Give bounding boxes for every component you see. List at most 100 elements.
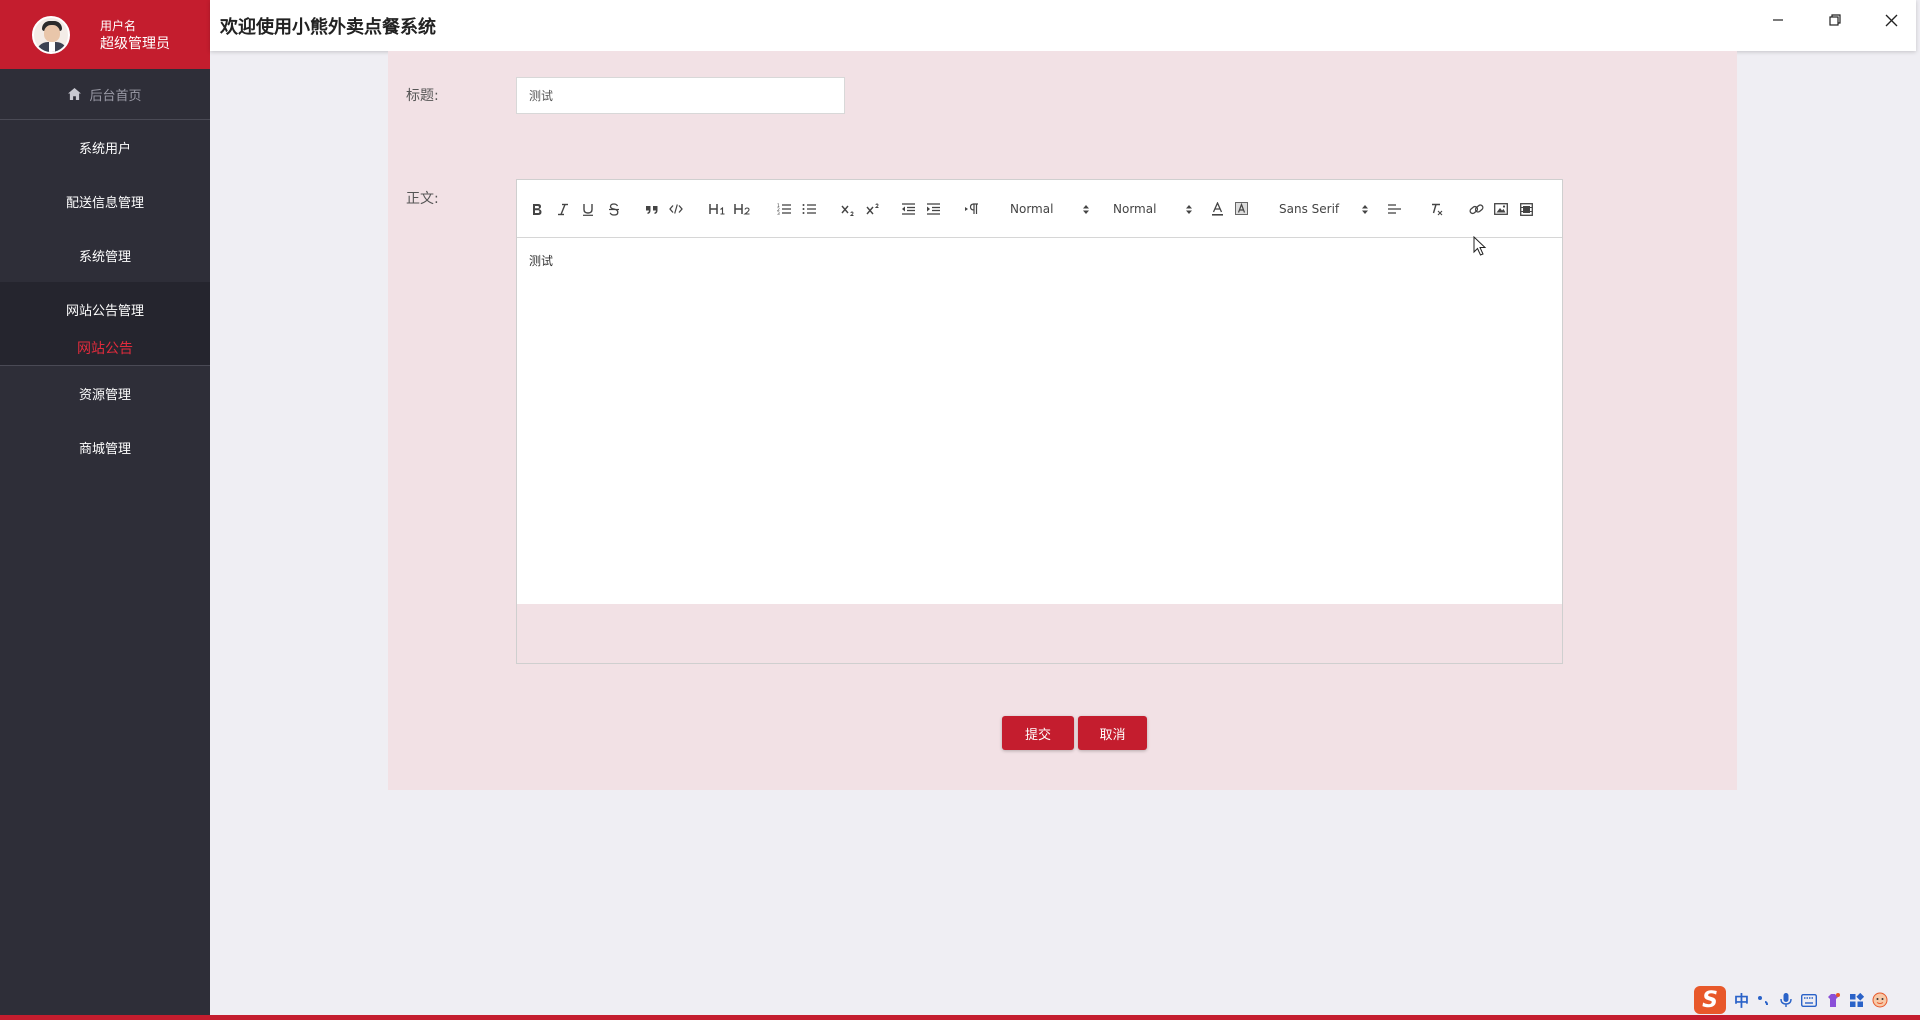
punctuation-icon[interactable] bbox=[1757, 993, 1771, 1007]
subscript-icon bbox=[840, 205, 853, 216]
sidebar-item-label: 网站公告管理 bbox=[65, 303, 144, 319]
sogou-ime-icon[interactable]: S bbox=[1694, 986, 1726, 1014]
app-title: 欢迎使用小熊外卖点餐系统 bbox=[220, 16, 436, 38]
underline-button[interactable] bbox=[580, 198, 596, 220]
video-icon bbox=[1519, 202, 1533, 216]
bullet-list-button[interactable] bbox=[800, 198, 818, 220]
header2-icon bbox=[733, 204, 750, 215]
code-block-button[interactable] bbox=[668, 198, 684, 220]
clear-format-button[interactable] bbox=[1427, 198, 1445, 220]
header1-button[interactable] bbox=[707, 198, 727, 220]
bottom-accent-bar bbox=[0, 1015, 1920, 1020]
avatar bbox=[32, 15, 70, 54]
ordered-list-icon: 123 bbox=[777, 203, 791, 215]
size-picker-value: Normal bbox=[1113, 202, 1157, 216]
skin-icon[interactable] bbox=[1825, 992, 1841, 1008]
sidebar-item-shop[interactable]: 商城管理 bbox=[0, 420, 210, 474]
window-controls bbox=[1749, 0, 1920, 40]
clear-format-icon bbox=[1431, 203, 1442, 215]
outdent-button[interactable] bbox=[899, 198, 917, 220]
size-picker[interactable]: Normal bbox=[1113, 198, 1193, 220]
microphone-icon[interactable] bbox=[1779, 992, 1793, 1008]
cancel-button[interactable]: 取消 bbox=[1078, 716, 1147, 750]
italic-button[interactable] bbox=[555, 198, 571, 220]
title-label: 标题: bbox=[406, 88, 439, 104]
submit-button[interactable]: 提交 bbox=[1002, 716, 1074, 750]
user-role: 超级管理员 bbox=[100, 35, 170, 52]
sidebar-item-announcement-management[interactable]: 网站公告管理 bbox=[0, 282, 210, 336]
sidebar-item-label: 后台首页 bbox=[89, 88, 142, 104]
header2-button[interactable] bbox=[732, 198, 752, 220]
sidebar-item-label: 商城管理 bbox=[78, 441, 131, 457]
subscript-button[interactable] bbox=[839, 198, 857, 220]
body-label: 正文: bbox=[406, 191, 439, 207]
sidebar-item-label: 配送信息管理 bbox=[65, 195, 144, 211]
background-color-button[interactable] bbox=[1233, 198, 1249, 220]
sidebar-subitem-label: 网站公告 bbox=[77, 340, 133, 357]
ime-mode-indicator[interactable]: 中 bbox=[1734, 990, 1749, 1011]
restore-button[interactable] bbox=[1806, 0, 1863, 40]
strike-button[interactable] bbox=[606, 198, 622, 220]
indent-button[interactable] bbox=[924, 198, 942, 220]
video-button[interactable] bbox=[1517, 198, 1535, 220]
image-button[interactable] bbox=[1492, 198, 1510, 220]
keyboard-icon[interactable] bbox=[1801, 993, 1818, 1007]
underline-icon bbox=[583, 203, 593, 216]
announcement-form: 标题: 正文: bbox=[388, 51, 1737, 790]
sidebar-item-resources[interactable]: 资源管理 bbox=[0, 366, 210, 420]
superscript-icon bbox=[865, 203, 878, 214]
system-tray: S 中 bbox=[1688, 985, 1920, 1015]
font-picker[interactable]: Sans Serif bbox=[1279, 198, 1369, 220]
font-color-button[interactable] bbox=[1209, 198, 1225, 220]
user-profile: 用户名 超级管理员 bbox=[0, 0, 210, 69]
sidebar-subitem-announcement[interactable]: 网站公告 bbox=[0, 336, 210, 366]
svg-text:3: 3 bbox=[777, 211, 780, 215]
italic-icon bbox=[558, 203, 568, 215]
picker-arrows-icon bbox=[1362, 204, 1368, 214]
sogou-assistant-icon[interactable] bbox=[1872, 992, 1888, 1008]
minimize-icon bbox=[1772, 19, 1783, 21]
ordered-list-button[interactable]: 123 bbox=[775, 198, 793, 220]
mouse-cursor-icon bbox=[1473, 236, 1487, 256]
superscript-button[interactable] bbox=[864, 198, 882, 220]
header1-icon bbox=[708, 204, 724, 215]
rich-text-editor: 123 Normal Normal Sans Serif 测试 bbox=[516, 179, 1563, 664]
link-button[interactable] bbox=[1467, 198, 1485, 220]
link-icon bbox=[1469, 203, 1483, 214]
sidebar-item-label: 资源管理 bbox=[78, 387, 131, 403]
sidebar-item-delivery-info[interactable]: 配送信息管理 bbox=[0, 174, 210, 228]
align-left-icon bbox=[1387, 204, 1401, 214]
sidebar-group-announcements: 网站公告管理 网站公告 bbox=[0, 282, 210, 366]
text-direction-button[interactable] bbox=[962, 198, 980, 220]
quote-icon bbox=[646, 206, 658, 214]
header-picker[interactable]: Normal bbox=[1010, 198, 1090, 220]
editor-paragraph: 测试 bbox=[529, 254, 554, 268]
title-input[interactable] bbox=[516, 77, 845, 114]
indent-icon bbox=[926, 203, 940, 215]
sidebar-item-label: 系统用户 bbox=[78, 141, 131, 157]
image-icon bbox=[1494, 203, 1508, 215]
sidebar: 用户名 超级管理员 后台首页 系统用户 配送信息管理 系统管理 网站公告管理 网… bbox=[0, 0, 210, 1020]
header-picker-value: Normal bbox=[1010, 202, 1054, 216]
close-button[interactable] bbox=[1863, 0, 1920, 40]
picker-arrows-icon bbox=[1186, 204, 1192, 214]
restore-icon bbox=[1828, 14, 1841, 26]
sidebar-item-home[interactable]: 后台首页 bbox=[0, 69, 210, 120]
sidebar-item-system-management[interactable]: 系统管理 bbox=[0, 228, 210, 282]
align-button[interactable] bbox=[1385, 198, 1403, 220]
top-header: 欢迎使用小熊外卖点餐系统 bbox=[210, 0, 1916, 51]
home-icon bbox=[68, 88, 82, 100]
code-icon bbox=[669, 204, 683, 214]
text-direction-icon bbox=[964, 203, 978, 214]
minimize-button[interactable] bbox=[1749, 0, 1806, 40]
toolbox-icon[interactable] bbox=[1849, 992, 1865, 1008]
bold-icon bbox=[533, 203, 542, 215]
close-icon bbox=[1885, 14, 1898, 26]
font-picker-value: Sans Serif bbox=[1279, 202, 1340, 216]
background-color-icon bbox=[1234, 202, 1248, 215]
blockquote-button[interactable] bbox=[643, 198, 661, 220]
sidebar-item-system-users[interactable]: 系统用户 bbox=[0, 120, 210, 174]
editor-content[interactable]: 测试 bbox=[517, 238, 1562, 604]
font-color-icon bbox=[1211, 202, 1223, 216]
bold-button[interactable] bbox=[529, 198, 545, 220]
